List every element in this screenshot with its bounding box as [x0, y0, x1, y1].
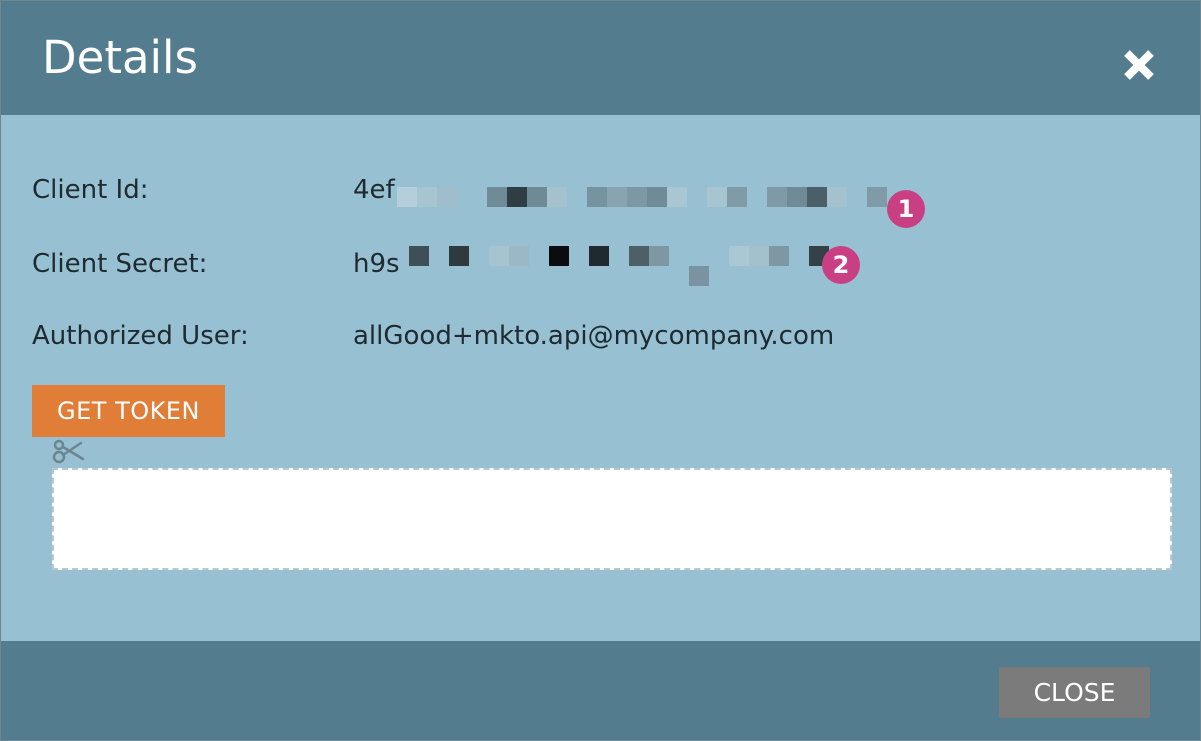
authorized-user-label: Authorized User:	[32, 321, 249, 351]
close-icon[interactable]	[1119, 45, 1159, 85]
client-id-value: 4ef	[353, 175, 395, 205]
annotation-badge-2: 2	[822, 246, 860, 284]
details-dialog: Details Client Id: 4ef 1 Client Secret: …	[0, 0, 1201, 741]
get-token-button[interactable]: GET TOKEN	[32, 385, 225, 437]
dialog-footer: CLOSE	[1, 641, 1200, 740]
dialog-header: Details	[1, 1, 1200, 115]
client-secret-label: Client Secret:	[32, 249, 208, 279]
token-output-field[interactable]	[52, 468, 1172, 570]
close-button[interactable]: CLOSE	[999, 667, 1150, 718]
client-id-label: Client Id:	[32, 175, 149, 205]
annotation-badge-1: 1	[887, 190, 925, 228]
scissors-icon[interactable]	[51, 437, 85, 465]
client-secret-value: h9s	[353, 249, 400, 279]
dialog-title: Details	[42, 31, 199, 84]
authorized-user-value: allGood+mkto.api@mycompany.com	[353, 321, 835, 351]
